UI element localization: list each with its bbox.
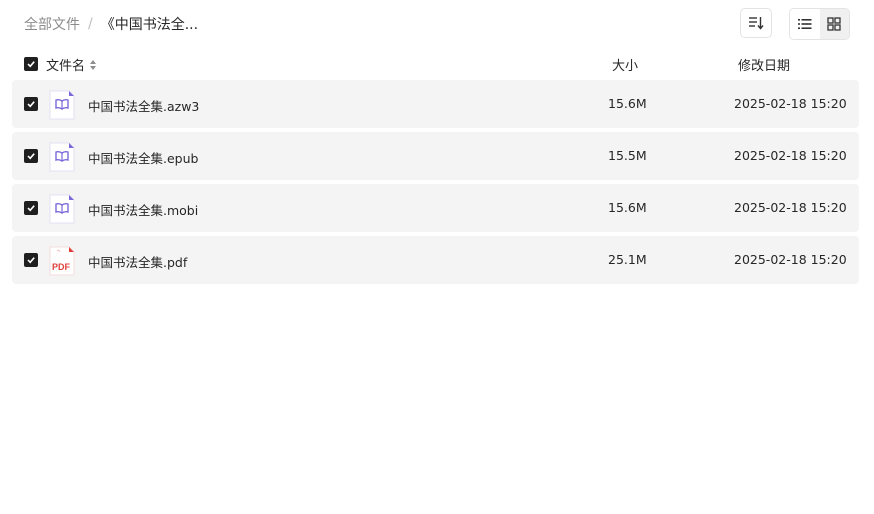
- sort-toggle-icon: [90, 59, 97, 70]
- file-name[interactable]: 中国书法全集.mobi: [88, 200, 198, 219]
- grid-view-button[interactable]: [819, 9, 849, 39]
- file-name[interactable]: 中国书法全集.epub: [88, 148, 198, 167]
- check-icon: [27, 257, 35, 264]
- pdf-icon: PDF: [49, 246, 75, 276]
- table-row[interactable]: 中国书法全集.epub 15.5M 2025-02-18 15:20: [12, 132, 859, 180]
- sort-icon: [749, 17, 764, 30]
- column-name-label: 文件名: [46, 59, 86, 74]
- column-name-header[interactable]: 文件名: [46, 55, 97, 74]
- breadcrumb-root-link[interactable]: 全部文件: [24, 14, 80, 34]
- row-checkbox[interactable]: [24, 253, 38, 267]
- list-view-icon: [797, 19, 812, 29]
- column-size-header: 大小: [612, 59, 639, 74]
- file-name[interactable]: 中国书法全集.azw3: [88, 96, 199, 115]
- breadcrumb: 全部文件 / 《中国书法全...: [24, 14, 198, 34]
- check-icon: [27, 101, 35, 108]
- file-date: 2025-02-18 15:20: [734, 148, 847, 163]
- table-row[interactable]: 中国书法全集.azw3 15.6M 2025-02-18 15:20: [12, 80, 859, 128]
- column-date-header: 修改日期: [738, 59, 791, 74]
- ebook-icon: [49, 90, 75, 120]
- view-toggle: [789, 8, 850, 40]
- breadcrumb-separator: /: [88, 16, 93, 32]
- ebook-icon: [49, 194, 75, 224]
- breadcrumb-current: 《中国书法全...: [100, 17, 199, 33]
- file-name[interactable]: 中国书法全集.pdf: [88, 252, 187, 271]
- ebook-icon: [49, 142, 75, 172]
- table-row[interactable]: PDF 中国书法全集.pdf 25.1M 2025-02-18 15:20: [12, 236, 859, 284]
- file-size: 25.1M: [608, 252, 647, 267]
- check-icon: [27, 205, 35, 212]
- row-checkbox[interactable]: [24, 201, 38, 215]
- file-list: 中国书法全集.azw3 15.6M 2025-02-18 15:20 中国书法全…: [12, 80, 859, 288]
- select-all-checkbox[interactable]: [24, 57, 38, 71]
- sort-button[interactable]: [740, 8, 772, 38]
- table-row[interactable]: 中国书法全集.mobi 15.6M 2025-02-18 15:20: [12, 184, 859, 232]
- grid-view-icon: [827, 17, 841, 31]
- row-checkbox[interactable]: [24, 97, 38, 111]
- file-size: 15.6M: [608, 96, 647, 111]
- list-view-button[interactable]: [790, 9, 820, 39]
- file-date: 2025-02-18 15:20: [734, 96, 847, 111]
- check-icon: [27, 61, 35, 68]
- file-size: 15.6M: [608, 200, 647, 215]
- pdf-icon-label: PDF: [52, 262, 71, 272]
- top-bar: 全部文件 / 《中国书法全...: [0, 0, 874, 50]
- file-date: 2025-02-18 15:20: [734, 252, 847, 267]
- file-date: 2025-02-18 15:20: [734, 200, 847, 215]
- file-size: 15.5M: [608, 148, 647, 163]
- table-header: 文件名 大小 修改日期: [12, 52, 859, 76]
- check-icon: [27, 153, 35, 160]
- row-checkbox[interactable]: [24, 149, 38, 163]
